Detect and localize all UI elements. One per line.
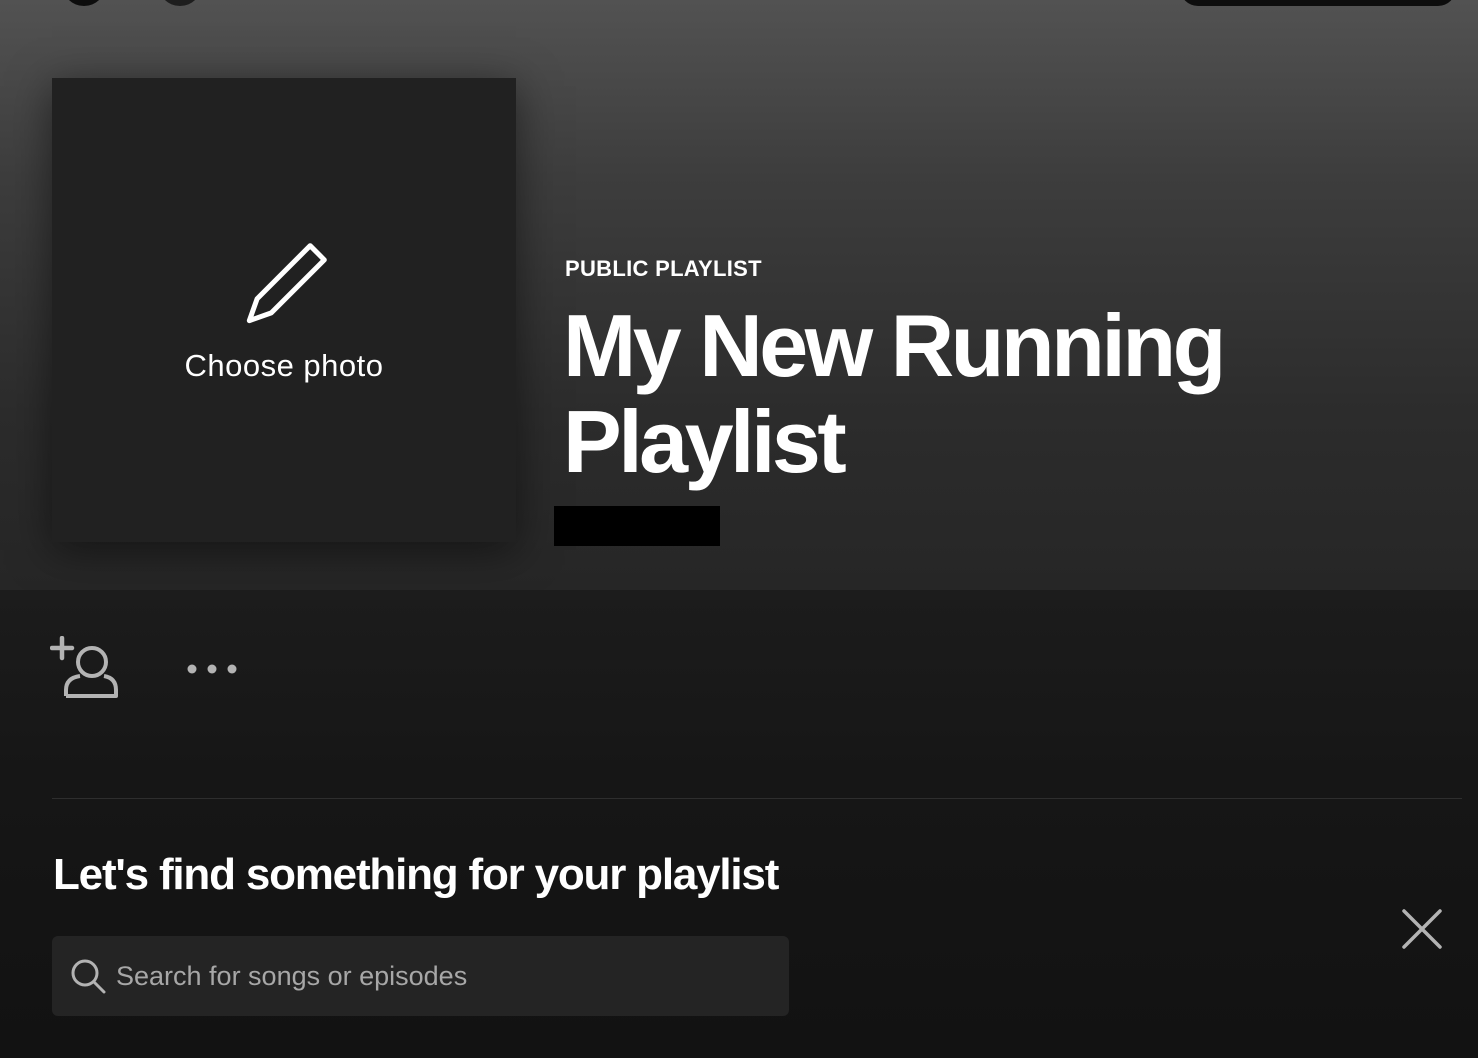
close-icon bbox=[1402, 909, 1442, 949]
song-search-box bbox=[52, 936, 789, 1016]
more-options-button[interactable] bbox=[180, 652, 244, 686]
owner-redacted-block bbox=[554, 506, 720, 546]
playlist-title[interactable]: My New Running Playlist bbox=[563, 298, 1445, 490]
search-icon bbox=[71, 959, 106, 994]
recommend-heading: Let's find something for your playlist bbox=[53, 850, 779, 899]
section-divider bbox=[52, 798, 1462, 799]
playlist-info: PUBLIC PLAYLIST My New Running Playlist bbox=[563, 256, 1445, 490]
playlist-page: Choose photo PUBLIC PLAYLIST My New Runn… bbox=[0, 0, 1478, 1058]
add-user-icon bbox=[49, 635, 118, 698]
playlist-header: Choose photo PUBLIC PLAYLIST My New Runn… bbox=[0, 0, 1478, 590]
pencil-icon bbox=[246, 243, 327, 324]
forward-button[interactable] bbox=[158, 0, 202, 6]
back-button[interactable] bbox=[62, 0, 106, 6]
invite-collaborators-button[interactable] bbox=[49, 635, 120, 700]
more-options-icon bbox=[187, 664, 237, 674]
choose-photo-button[interactable]: Choose photo bbox=[52, 78, 516, 542]
close-recommend-button[interactable] bbox=[1400, 907, 1444, 951]
user-menu-button[interactable] bbox=[1180, 0, 1456, 6]
song-search-input[interactable] bbox=[116, 936, 776, 1016]
choose-photo-label: Choose photo bbox=[184, 348, 384, 383]
playlist-type-label: PUBLIC PLAYLIST bbox=[565, 256, 762, 281]
